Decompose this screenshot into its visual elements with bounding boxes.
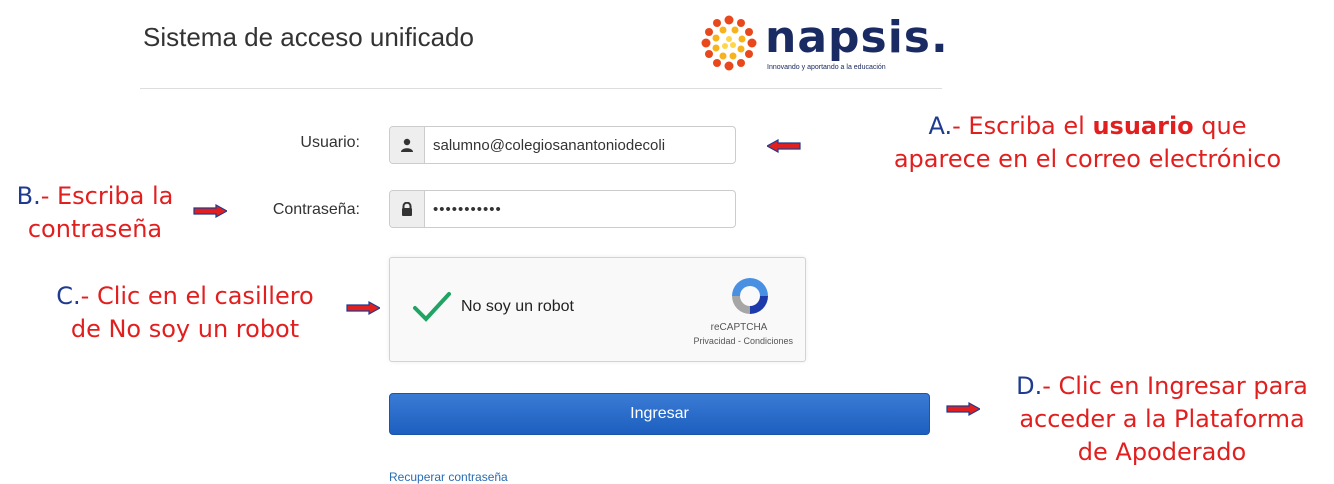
annotation-a: A.- Escriba el usuario que aparece en el… xyxy=(855,110,1320,176)
annotation-d-line3: de Apoderado xyxy=(1077,438,1247,466)
captcha-links: Privacidad - Condiciones xyxy=(693,336,793,346)
checkmark-icon[interactable] xyxy=(412,290,452,324)
sun-logo-icon xyxy=(701,15,757,71)
recover-password-link[interactable]: Recuperar contraseña xyxy=(389,470,508,484)
captcha-terms-link[interactable]: Condiciones xyxy=(743,336,793,346)
recaptcha-widget[interactable]: No soy un robot reCAPTCHA Privacidad - C… xyxy=(389,257,806,362)
napsis-logo: napsis. Innovando y aportando a la educa… xyxy=(697,12,949,82)
arrow-right-icon-c xyxy=(346,301,380,315)
page-title: Sistema de acceso unificado xyxy=(143,22,474,52)
logo-tagline: Innovando y aportando a la educación xyxy=(767,64,886,71)
annotation-c: C.- Clic en el casillero de No soy un ro… xyxy=(30,280,340,346)
arrow-left-icon-a xyxy=(767,139,801,153)
lock-icon xyxy=(390,191,425,227)
arrow-right-icon-b xyxy=(193,204,227,218)
annotation-d-prefix: D. xyxy=(1016,372,1043,400)
header-divider xyxy=(140,88,942,89)
usuario-label: Usuario: xyxy=(300,134,360,151)
annotation-a-text2: que xyxy=(1193,112,1247,140)
logo-wordmark: napsis. xyxy=(765,12,949,63)
annotation-c-line1: - Clic en el casillero xyxy=(80,282,314,310)
captcha-brand: reCAPTCHA xyxy=(710,322,768,333)
ingresar-button[interactable]: Ingresar xyxy=(389,393,930,435)
captcha-privacy-link[interactable]: Privacidad xyxy=(693,336,735,346)
annotation-b-prefix: B. xyxy=(16,182,41,210)
captcha-label: No soy un robot xyxy=(461,298,574,315)
annotation-b-line1: - Escriba la xyxy=(40,182,174,210)
annotation-a-prefix: A. xyxy=(928,112,953,140)
usuario-input[interactable]: salumno@colegiosanantoniodecoli xyxy=(425,127,735,163)
recaptcha-logo-icon xyxy=(732,278,768,314)
user-icon xyxy=(390,127,425,163)
annotation-d-line2: acceder a la Plataforma xyxy=(1019,405,1305,433)
annotation-a-line2: aparece en el correo electrónico xyxy=(893,145,1282,173)
annotation-c-line2: de No soy un robot xyxy=(70,315,300,343)
annotation-d-line1: - Clic en Ingresar para xyxy=(1042,372,1308,400)
annotation-d: D.- Clic en Ingresar para acceder a la P… xyxy=(990,370,1334,469)
usuario-field[interactable]: salumno@colegiosanantoniodecoli xyxy=(389,126,736,164)
annotation-a-text1: - Escriba el xyxy=(952,112,1093,140)
annotation-b-line2: contraseña xyxy=(27,215,163,243)
arrow-right-icon-d xyxy=(946,402,980,416)
annotation-a-bold: usuario xyxy=(1092,112,1194,140)
annotation-c-prefix: C. xyxy=(56,282,81,310)
password-input[interactable]: ••••••••••• xyxy=(425,191,735,227)
annotation-b: B.- Escriba la contraseña xyxy=(0,180,190,246)
password-field[interactable]: ••••••••••• xyxy=(389,190,736,228)
